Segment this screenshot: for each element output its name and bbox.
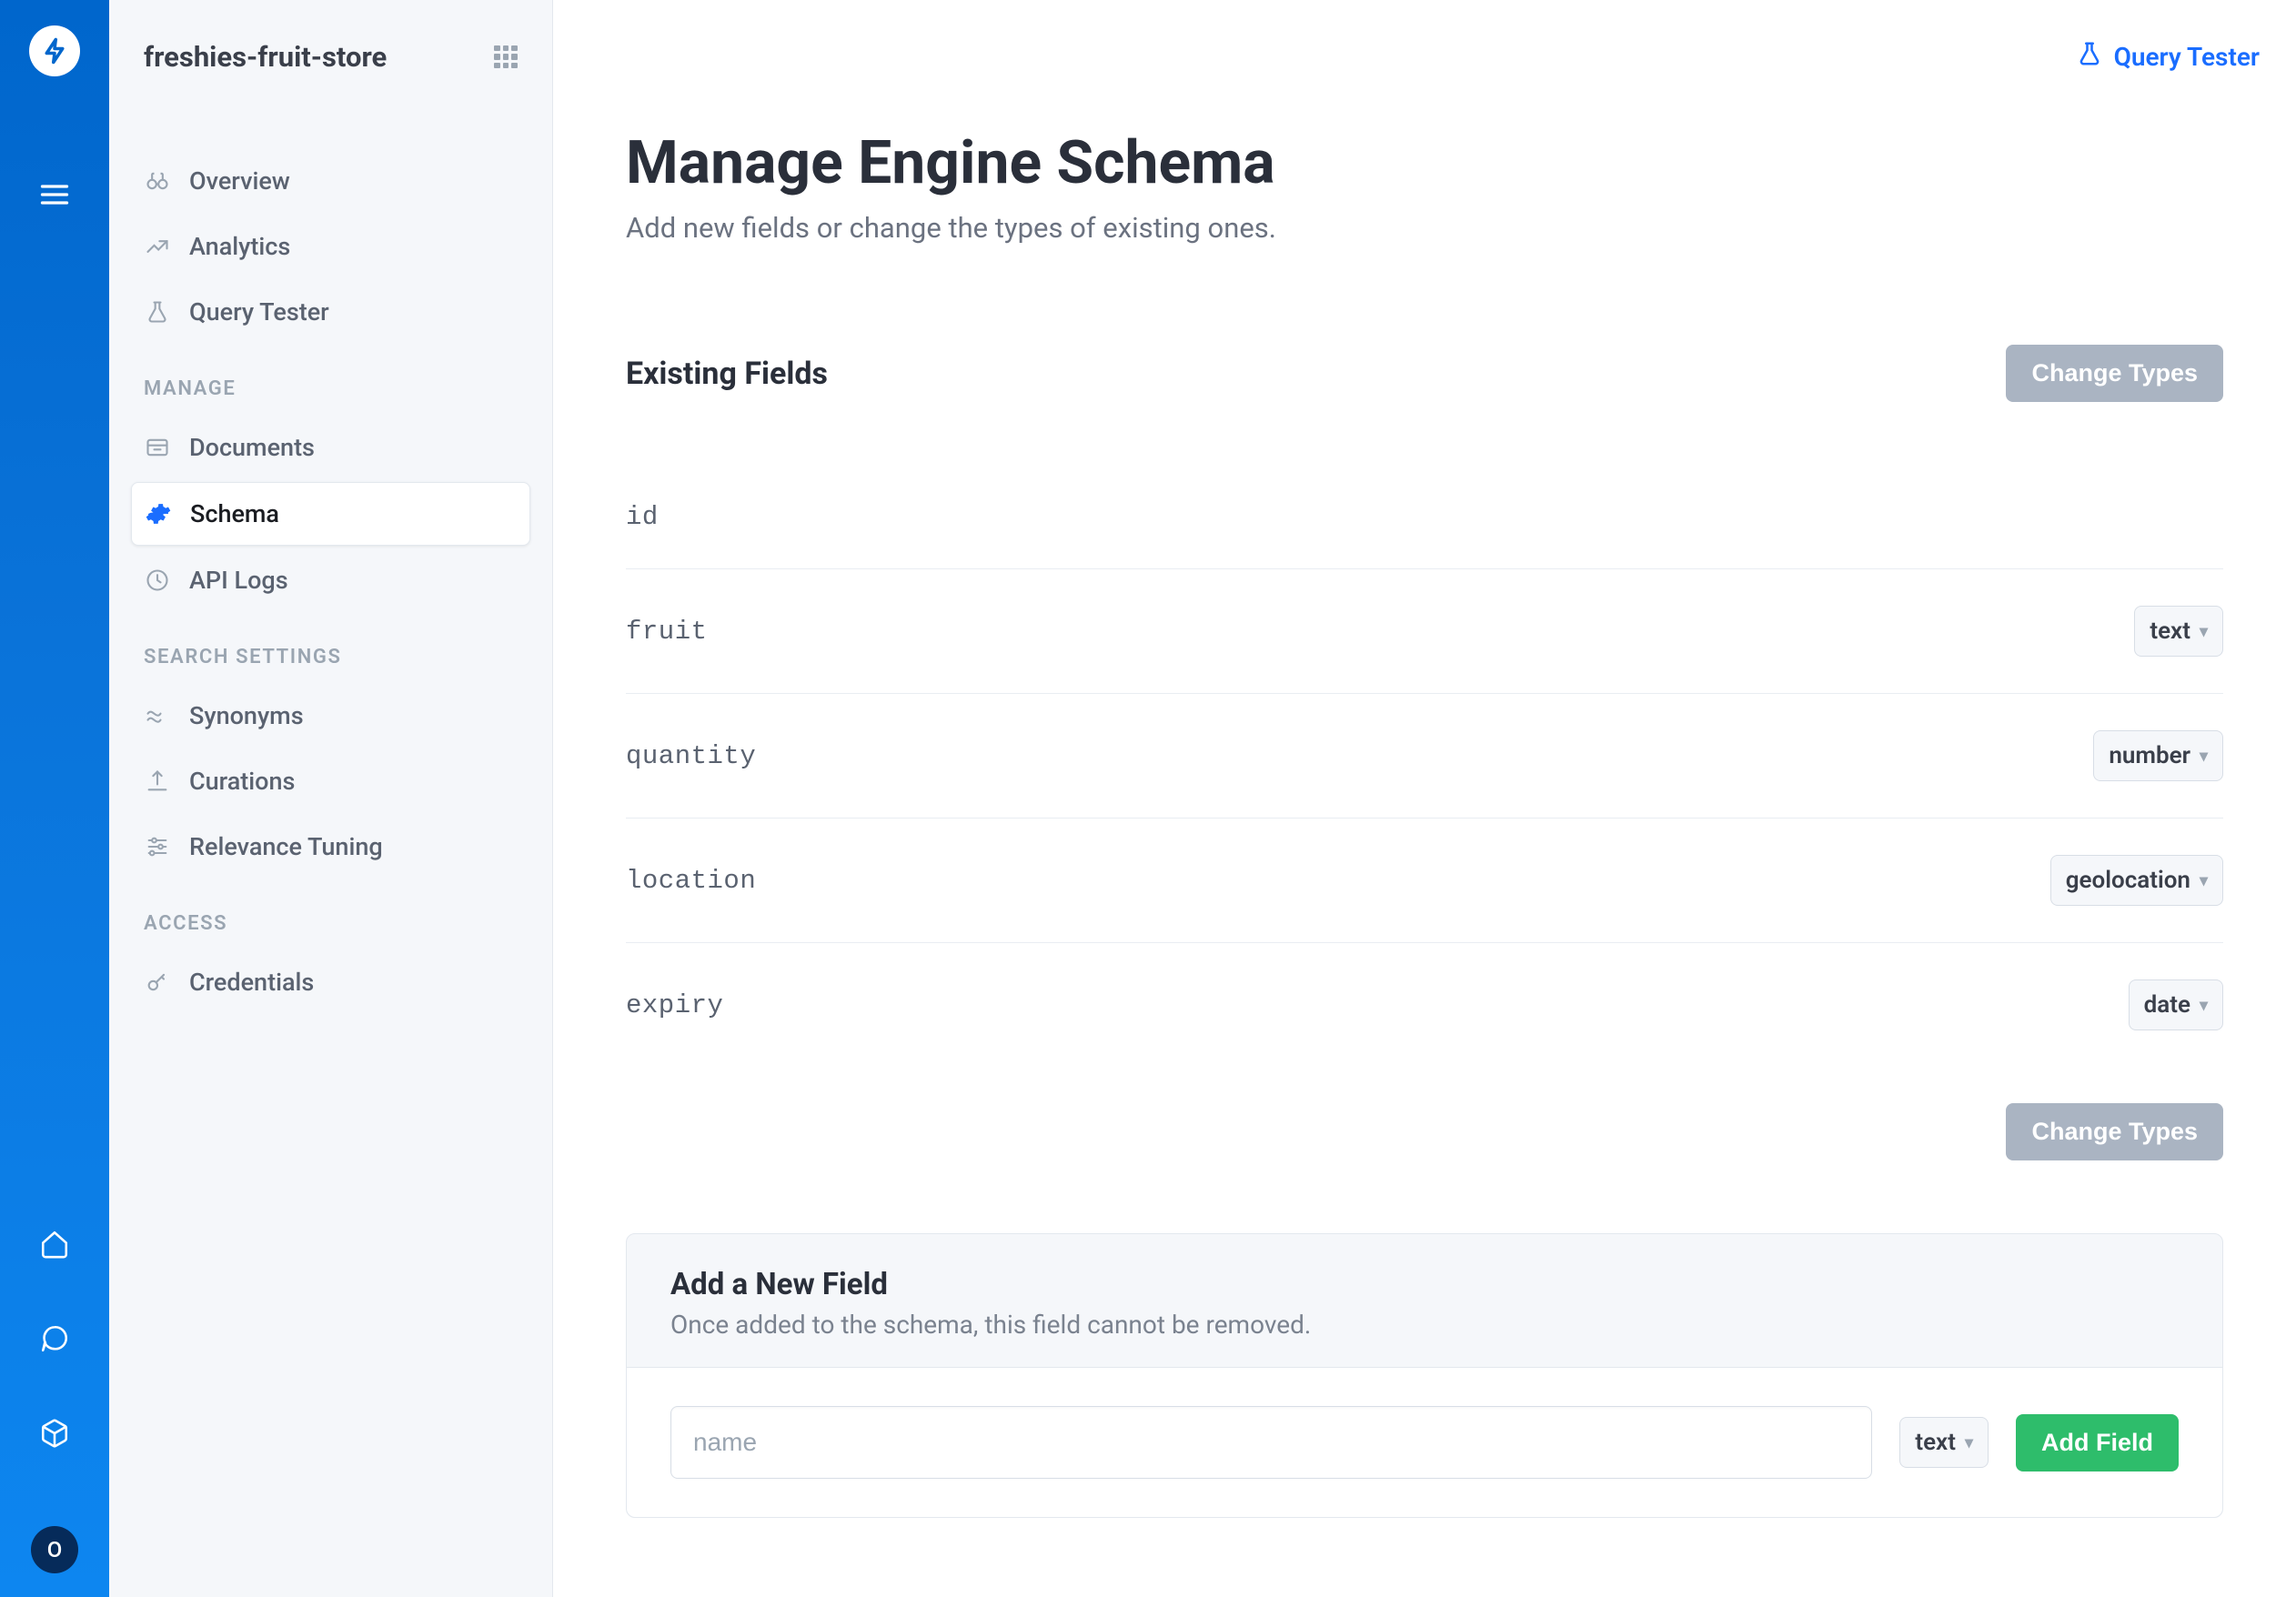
field-name: id (626, 502, 659, 532)
chat-icon[interactable] (36, 1321, 73, 1357)
sidebar-item-label: API Logs (189, 566, 288, 595)
field-row: quantity number ▾ (626, 694, 2223, 819)
change-types-button-top[interactable]: Change Types (2006, 345, 2223, 402)
sidebar-item-label: Schema (190, 499, 279, 528)
engine-name: freshies-fruit-store (144, 40, 387, 74)
user-avatar[interactable]: O (31, 1526, 78, 1573)
sidebar-item-overview[interactable]: Overview (131, 150, 530, 212)
new-field-type-select[interactable]: text ▾ (1899, 1417, 1989, 1468)
field-row: id (626, 466, 2223, 569)
field-type-select[interactable]: geolocation ▾ (2050, 855, 2223, 906)
add-field-subtitle: Once added to the schema, this field can… (670, 1310, 2179, 1340)
flask-icon (144, 298, 171, 326)
sidebar-item-relevance-tuning[interactable]: Relevance Tuning (131, 816, 530, 878)
page-subtitle: Add new fields or change the types of ex… (626, 211, 2223, 245)
hamburger-menu-icon[interactable] (36, 176, 73, 213)
new-field-name-input[interactable] (670, 1406, 1872, 1479)
sliders-icon (144, 833, 171, 860)
flask-icon (2076, 40, 2103, 74)
nav-section-search-settings: SEARCH SETTINGS (131, 615, 530, 681)
sidebar-item-curations[interactable]: Curations (131, 750, 530, 812)
existing-fields-heading: Existing Fields (626, 356, 828, 392)
synonyms-icon (144, 702, 171, 729)
curations-icon (144, 768, 171, 795)
sidebar-item-analytics[interactable]: Analytics (131, 216, 530, 277)
field-name: expiry (626, 990, 723, 1020)
package-icon[interactable] (36, 1415, 73, 1451)
sidebar-item-credentials[interactable]: Credentials (131, 951, 530, 1013)
sidebar-item-query-tester[interactable]: Query Tester (131, 281, 530, 343)
sidebar-item-schema[interactable]: Schema (131, 482, 530, 546)
analytics-icon (144, 233, 171, 260)
sidebar-item-label: Documents (189, 433, 315, 462)
sidebar-item-documents[interactable]: Documents (131, 417, 530, 478)
nav-section-manage: MANAGE (131, 347, 530, 413)
sidebar-item-label: Query Tester (189, 297, 329, 326)
query-tester-link[interactable]: Query Tester (2076, 40, 2260, 74)
main-content: Query Tester Manage Engine Schema Add ne… (553, 0, 2296, 1597)
chevron-down-icon: ▾ (2200, 622, 2208, 641)
sidebar-item-label: Synonyms (189, 701, 304, 730)
chevron-down-icon: ▾ (2200, 871, 2208, 890)
chevron-down-icon: ▾ (1965, 1433, 1973, 1452)
sidebar-item-label: Curations (189, 767, 295, 796)
add-field-button[interactable]: Add Field (2016, 1414, 2179, 1471)
add-field-title: Add a New Field (670, 1267, 2179, 1302)
gear-icon (145, 500, 172, 527)
sidebar-nav: Overview Analytics Query Tester MANAGE D (109, 114, 552, 1013)
add-field-panel: Add a New Field Once added to the schema… (626, 1233, 2223, 1518)
field-name: location (626, 866, 756, 896)
sidebar-item-label: Relevance Tuning (189, 832, 383, 861)
documents-icon (144, 434, 171, 461)
fields-list: id fruit text ▾ quantity number ▾ (626, 466, 2223, 1067)
sidebar-item-synonyms[interactable]: Synonyms (131, 685, 530, 747)
nav-section-access: ACCESS (131, 881, 530, 948)
chevron-down-icon: ▾ (2200, 996, 2208, 1015)
field-row: location geolocation ▾ (626, 819, 2223, 943)
app-logo[interactable] (29, 25, 80, 76)
apps-grid-icon[interactable] (494, 45, 518, 69)
field-type-select[interactable]: number ▾ (2093, 730, 2223, 781)
sidebar: freshies-fruit-store Overview Analytics (109, 0, 553, 1597)
sidebar-item-api-logs[interactable]: API Logs (131, 549, 530, 611)
sidebar-item-label: Analytics (189, 232, 290, 261)
field-row: fruit text ▾ (626, 569, 2223, 694)
clock-icon (144, 567, 171, 594)
chevron-down-icon: ▾ (2200, 747, 2208, 766)
field-name: fruit (626, 617, 708, 647)
sidebar-item-label: Credentials (189, 968, 314, 997)
field-type-select[interactable]: date ▾ (2129, 979, 2223, 1030)
sidebar-item-label: Overview (189, 166, 290, 196)
page-title: Manage Engine Schema (626, 128, 2223, 198)
field-name: quantity (626, 741, 756, 771)
field-row: expiry date ▾ (626, 943, 2223, 1067)
change-types-button-bottom[interactable]: Change Types (2006, 1103, 2223, 1160)
home-icon[interactable] (36, 1226, 73, 1262)
binoculars-icon (144, 167, 171, 195)
query-tester-label: Query Tester (2114, 42, 2260, 72)
field-type-select[interactable]: text ▾ (2134, 606, 2223, 657)
key-icon (144, 969, 171, 996)
left-rail: O (0, 0, 109, 1597)
